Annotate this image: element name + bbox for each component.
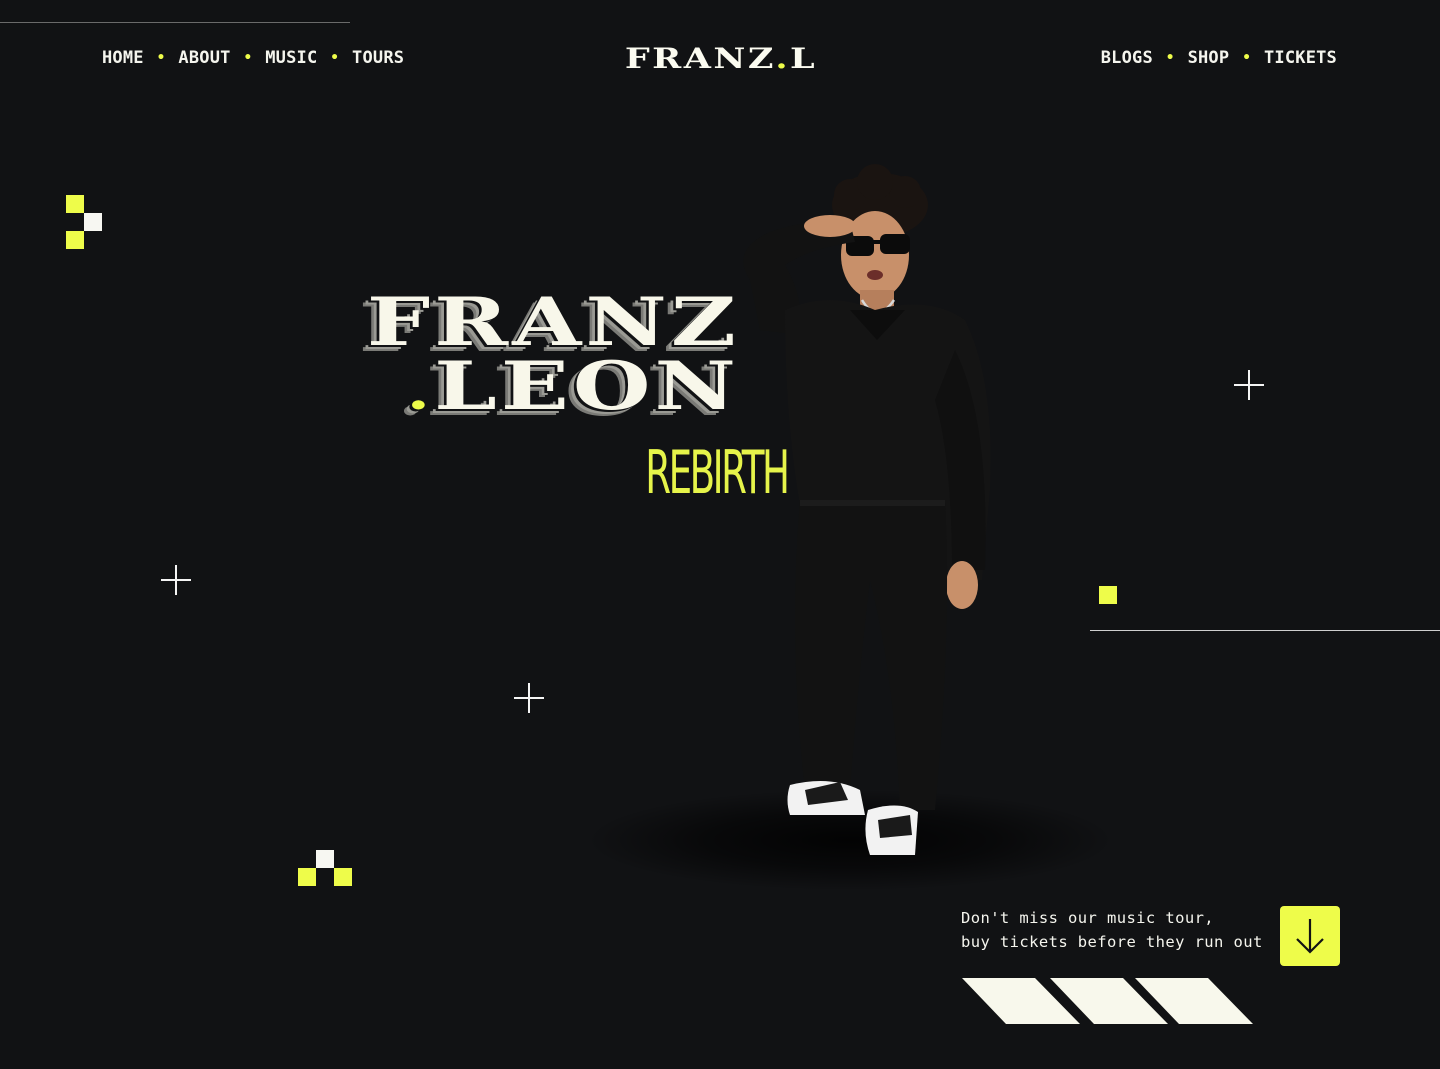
primary-nav-right: BLOGS • SHOP • TICKETS <box>1101 48 1337 68</box>
primary-nav-left: HOME • ABOUT • MUSIC • TOURS <box>102 48 404 68</box>
hero-title-dot: . <box>406 362 435 421</box>
nav-separator: • <box>1165 50 1175 66</box>
logo-main: FRANZ <box>624 42 776 75</box>
nav-link-shop[interactable]: SHOP <box>1188 48 1230 68</box>
pixel-yellow <box>334 868 352 886</box>
hero-title: FRANZ .LEON <box>290 289 740 424</box>
artist-photo <box>743 164 991 855</box>
nav-link-blogs[interactable]: BLOGS <box>1101 48 1153 68</box>
nav-link-about[interactable]: ABOUT <box>178 48 230 68</box>
site-logo[interactable]: FRANZ.L <box>582 42 860 75</box>
hero-title-line-1: FRANZ <box>366 283 740 361</box>
landing-page: HOME • ABOUT • MUSIC • TOURS FRANZ.L BLO… <box>0 0 1440 1069</box>
hero-title-leon: LEON <box>434 347 740 425</box>
hero-title-line-2: .LEON <box>133 353 741 424</box>
crosshair-icon <box>514 683 544 713</box>
logo-dot: . <box>775 42 791 75</box>
nav-link-home[interactable]: HOME <box>102 48 144 68</box>
tour-cta-line-2: buy tickets before they run out <box>961 933 1263 951</box>
top-divider <box>0 22 350 23</box>
crosshair-icon <box>161 565 191 595</box>
pixel-yellow <box>66 195 84 213</box>
pixel-decoration-right <box>1099 586 1117 604</box>
nav-link-tickets[interactable]: TICKETS <box>1264 48 1337 68</box>
nav-separator: • <box>243 50 253 66</box>
stripe-decoration <box>962 978 1253 1024</box>
right-divider <box>1090 630 1440 631</box>
arrow-down-icon <box>1296 919 1324 954</box>
nav-separator: • <box>156 50 166 66</box>
logo-suffix: L <box>790 42 818 75</box>
pixel-white <box>84 213 102 231</box>
scroll-down-button[interactable] <box>1280 906 1340 966</box>
tour-cta-text: Don't miss our music tour, buy tickets b… <box>961 906 1263 954</box>
nav-separator: • <box>330 50 340 66</box>
nav-link-tours[interactable]: TOURS <box>352 48 404 68</box>
tour-cta-line-1: Don't miss our music tour, <box>961 909 1215 927</box>
pixel-yellow <box>298 868 316 886</box>
nav-separator: • <box>1242 50 1251 66</box>
hero-subtitle: REBIRTH <box>645 438 790 508</box>
nav-link-music[interactable]: MUSIC <box>265 48 317 68</box>
pixel-white <box>316 850 334 868</box>
crosshair-icon <box>1234 370 1264 400</box>
pixel-yellow <box>66 231 84 249</box>
